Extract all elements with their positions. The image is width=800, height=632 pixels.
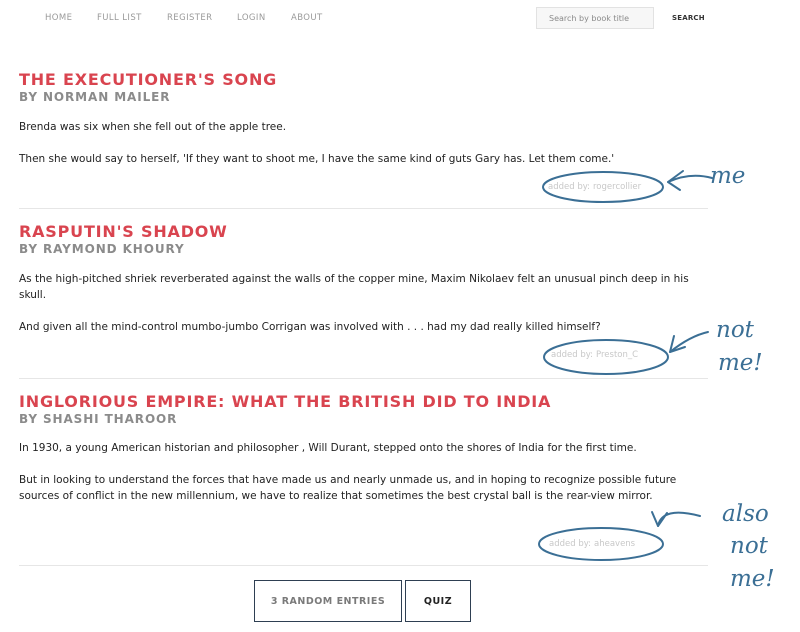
added-by-user: Preston_C xyxy=(596,350,639,360)
book-author: BY SHASHI THAROOR xyxy=(19,412,177,426)
arrow-annotation xyxy=(669,331,709,353)
handwritten-note: me! xyxy=(730,566,775,592)
nav-login[interactable]: LOGIN xyxy=(237,13,266,23)
book-title[interactable]: THE EXECUTIONER'S SONG xyxy=(19,70,277,89)
handwritten-note: not xyxy=(716,317,755,343)
author-prefix: BY xyxy=(19,90,38,104)
author-prefix: BY xyxy=(19,242,38,256)
book-author: BY NORMAN MAILER xyxy=(19,90,170,104)
author-name: NORMAN MAILER xyxy=(42,90,171,104)
arrowhead-annotation xyxy=(651,511,668,527)
search-input[interactable] xyxy=(536,7,654,29)
handwritten-note: also xyxy=(722,501,769,527)
nav-register[interactable]: REGISTER xyxy=(167,13,212,23)
top-nav: HOME FULL LIST REGISTER LOGIN ABOUT SEAR… xyxy=(0,0,800,40)
author-name: SHASHI THAROOR xyxy=(42,412,178,426)
first-line: In 1930, a young American historian and … xyxy=(19,442,637,454)
nav-home[interactable]: HOME xyxy=(45,13,72,23)
arrowhead-annotation xyxy=(669,335,686,353)
last-line: And given all the mind-control mumbo-jum… xyxy=(19,321,601,333)
nav-about[interactable]: ABOUT xyxy=(291,13,323,23)
nav-full-list[interactable]: FULL LIST xyxy=(97,13,142,23)
added-by-label: added by: xyxy=(551,350,593,360)
search-button[interactable]: SEARCH xyxy=(672,14,705,22)
book-title[interactable]: RASPUTIN'S SHADOW xyxy=(19,222,228,241)
added-by-label: added by: xyxy=(549,539,591,549)
handwritten-note: not xyxy=(730,533,769,559)
book-author: BY RAYMOND KHOURY xyxy=(19,242,185,256)
added-by: added by: aheavens xyxy=(549,539,635,549)
book-title[interactable]: INGLORIOUS EMPIRE: WHAT THE BRITISH DID … xyxy=(19,392,551,411)
entry-divider xyxy=(19,208,708,209)
arrowhead-annotation xyxy=(667,170,684,191)
first-line: Brenda was six when she fell out of the … xyxy=(19,121,287,133)
last-line: But in looking to understand the forces … xyxy=(19,474,677,502)
arrow-annotation xyxy=(657,511,701,527)
added-by-user: aheavens xyxy=(594,539,636,549)
added-by: added by: rogercollier xyxy=(548,182,641,192)
author-prefix: BY xyxy=(19,412,38,426)
first-line: As the high-pitched shriek reverberated … xyxy=(19,273,689,301)
last-line: Then she would say to herself, 'If they … xyxy=(19,153,615,165)
handwritten-note: me xyxy=(710,163,745,189)
entry-divider xyxy=(19,565,708,566)
quiz-button[interactable]: QUIZ xyxy=(405,580,471,622)
entry-divider xyxy=(19,378,708,379)
arrow-annotation xyxy=(667,174,713,183)
added-by-user: rogercollier xyxy=(593,182,642,192)
author-name: RAYMOND KHOURY xyxy=(42,242,185,256)
handwritten-note: me! xyxy=(718,350,763,376)
random-entries-button[interactable]: 3 RANDOM ENTRIES xyxy=(254,580,402,622)
added-by: added by: Preston_C xyxy=(551,350,638,360)
added-by-label: added by: xyxy=(548,182,590,192)
